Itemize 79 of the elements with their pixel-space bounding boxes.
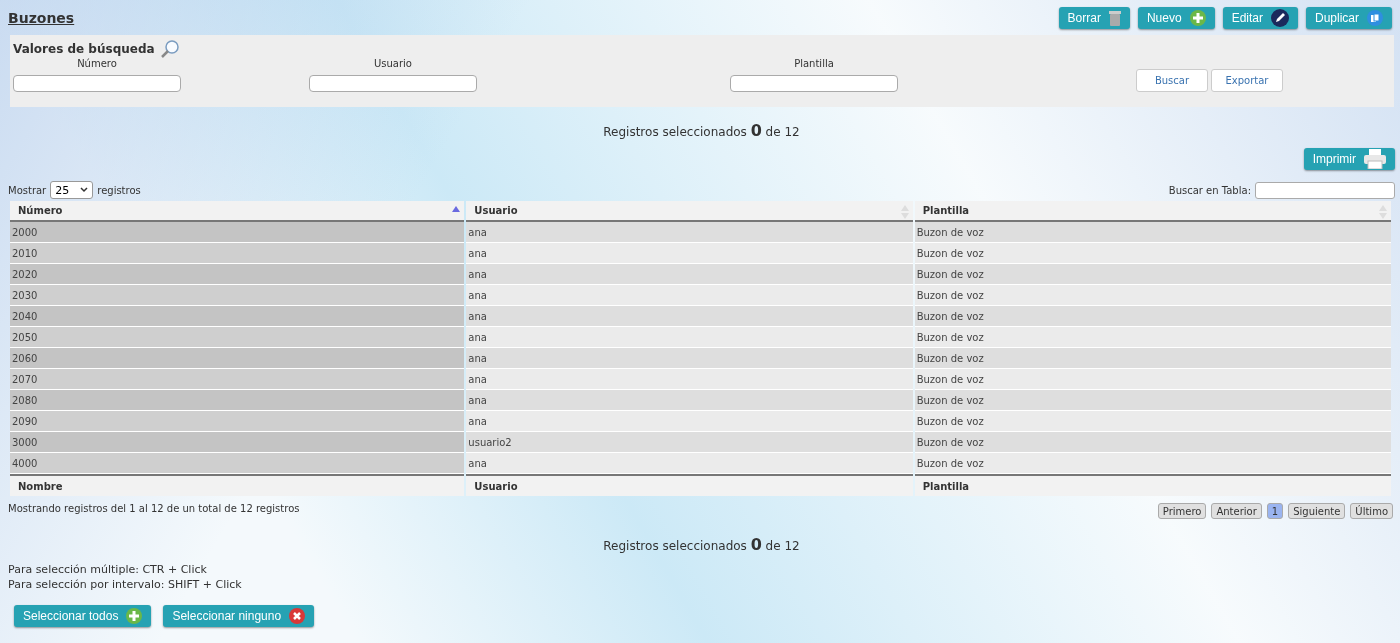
column-header[interactable]: Usuario [466, 201, 913, 222]
table-cell: 2070 [10, 369, 465, 390]
table-cell: Buzon de voz [914, 348, 1391, 369]
field-label: Plantilla [794, 58, 834, 69]
table-cell: Buzon de voz [914, 390, 1391, 411]
table-cell: 3000 [10, 432, 465, 453]
column-footer: Nombre [10, 474, 465, 496]
pen-icon [1271, 8, 1289, 27]
table-cell: usuario2 [466, 432, 913, 453]
table-cell: Buzon de voz [914, 369, 1391, 390]
table-cell: 2090 [10, 411, 465, 432]
sort-ascending-icon[interactable] [452, 205, 461, 213]
table-cell: Buzon de voz [914, 222, 1391, 243]
table-cell: 2030 [10, 285, 465, 306]
plus-icon [126, 608, 143, 624]
table-cell: 2010 [10, 243, 465, 264]
page-button[interactable]: 1 [1266, 503, 1284, 519]
selected-count: Registros seleccionados 0 de 12 [602, 121, 801, 140]
export-button[interactable]: Exportar [1211, 69, 1283, 92]
column-header[interactable]: Plantilla [914, 201, 1391, 222]
table-cell: ana [466, 264, 913, 285]
table-cell: ana [466, 285, 913, 306]
table-cell: Buzon de voz [914, 411, 1391, 432]
table-cell: ana [466, 411, 913, 432]
sort-icon[interactable] [900, 205, 909, 219]
search-button[interactable]: Buscar [1136, 69, 1208, 92]
table-cell: ana [466, 390, 913, 411]
selection-hint: Para selección múltiple: CTR + Click [8, 562, 208, 577]
table-cell: ana [466, 369, 913, 390]
table-cell: 2000 [10, 222, 465, 243]
filter-label: Buscar en Tabla: [1168, 184, 1251, 196]
table-cell: 2080 [10, 390, 465, 411]
field-label: Usuario [374, 58, 412, 69]
table-cell: Buzon de voz [914, 264, 1391, 285]
page-button[interactable]: Siguiente [1288, 503, 1346, 519]
table-cell: ana [466, 327, 913, 348]
plus-icon [1189, 9, 1206, 26]
close-icon [289, 608, 306, 624]
table-cell: Buzon de voz [914, 327, 1391, 348]
length-label: Mostrar [8, 184, 47, 196]
table-cell: Buzon de voz [914, 453, 1391, 474]
column-header[interactable]: Número [10, 201, 465, 222]
table-cell: Buzon de voz [914, 285, 1391, 306]
search-field[interactable] [309, 75, 477, 92]
page-size-select[interactable]: 25 [50, 181, 94, 199]
column-footer: Usuario [466, 474, 913, 496]
table-cell: 2020 [10, 264, 465, 285]
table-cell: ana [466, 453, 913, 474]
page-button[interactable]: Primero [1157, 503, 1207, 519]
search-field[interactable] [730, 75, 898, 92]
page-title: Buzones [8, 9, 76, 26]
search-field[interactable] [13, 75, 181, 92]
page-button[interactable]: Anterior [1211, 503, 1262, 519]
sort-icon[interactable] [1379, 205, 1387, 219]
table-cell: ana [466, 243, 913, 264]
page-button[interactable]: Último [1350, 503, 1393, 519]
copy-icon [1367, 9, 1383, 26]
table-cell: ana [466, 306, 913, 327]
chevron-down-icon [80, 187, 89, 193]
records-info: Mostrando registros del 1 al 12 de un total de 12 registros [8, 503, 300, 514]
table-cell: 2050 [10, 327, 465, 348]
trash-icon [1108, 9, 1121, 26]
table-cell: 4000 [10, 453, 465, 474]
table-cell: 2040 [10, 306, 465, 327]
table-cell: Buzon de voz [914, 306, 1391, 327]
field-label: Número [77, 58, 117, 69]
printer-icon [1364, 149, 1386, 169]
search-icon [159, 39, 180, 59]
table-cell: Buzon de voz [914, 432, 1391, 453]
length-label: registros [97, 184, 141, 196]
table-search-field[interactable] [1255, 181, 1395, 199]
column-footer: Plantilla [914, 474, 1391, 496]
table-cell: Buzon de voz [914, 243, 1391, 264]
selected-count: Registros seleccionados 0 de 12 [602, 535, 801, 554]
selection-hint: Para selección por intervalo: SHIFT + Click [8, 577, 243, 592]
search-panel-title: Valores de búsqueda [13, 42, 155, 56]
table-cell: ana [466, 222, 913, 243]
table-cell: 2060 [10, 348, 465, 369]
table-cell: ana [466, 348, 913, 369]
